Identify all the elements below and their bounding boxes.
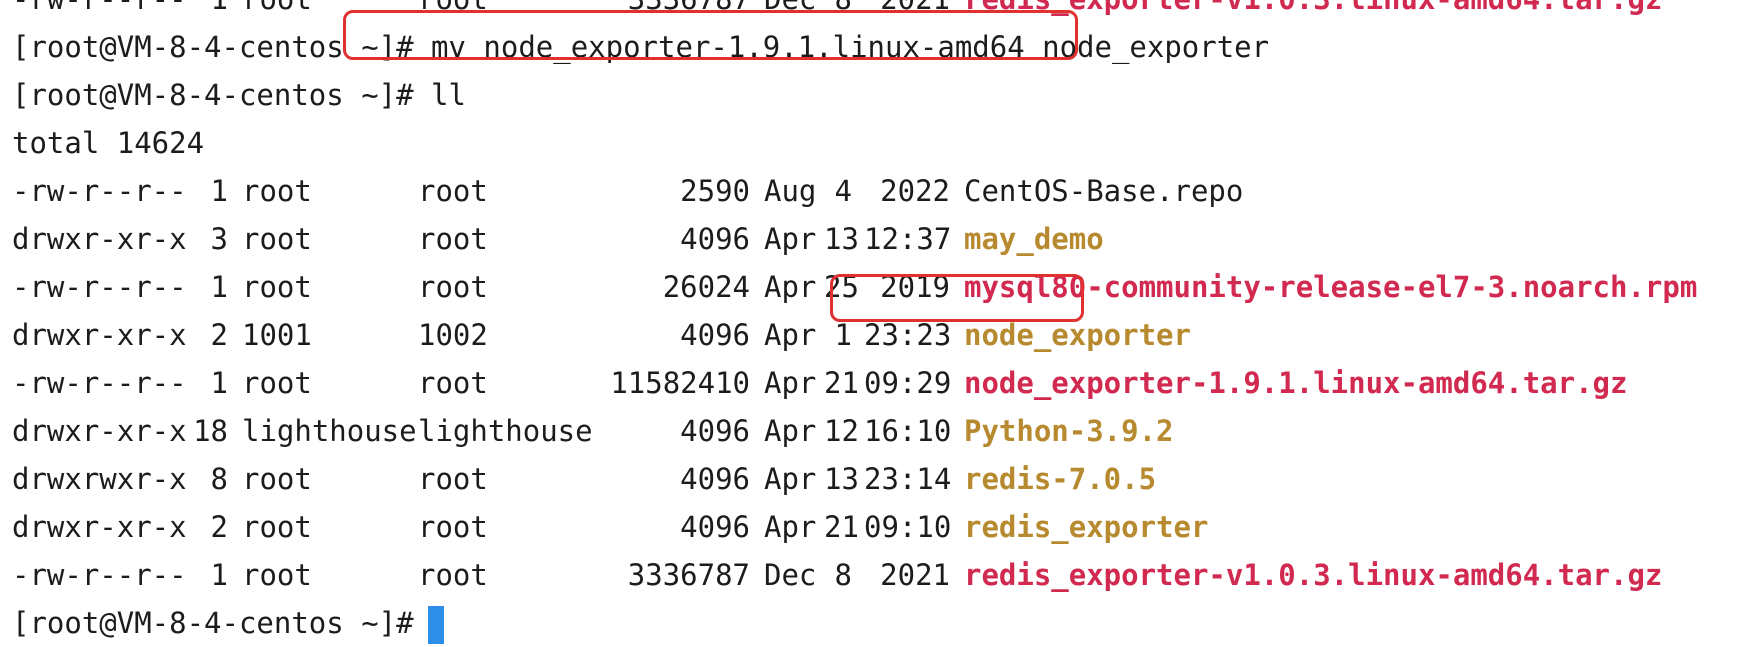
owner: root (242, 174, 312, 208)
text-cursor[interactable] (427, 606, 444, 644)
file-size: 4096 (680, 414, 750, 448)
month: Apr (764, 318, 817, 352)
file-name: may_demo (964, 222, 1104, 256)
directory-listing: -rw-r--r-- 1 root root 2590 Aug 4 2022 CentOS-Ba… (12, 167, 1742, 599)
file-size: 4096 (680, 462, 750, 496)
group: root (418, 366, 488, 400)
listing-row: -rw-r--r-- 1 root root 11582410 Apr 21 09:29 nod… (12, 359, 1742, 407)
owner: root (242, 558, 312, 592)
permissions: drwxr-xr-x (12, 318, 187, 352)
link-count: 1 (210, 366, 228, 400)
listing-row: drwxr-xr-x 3 root root 4096 Apr 13 12:37 may_dem… (12, 215, 1742, 263)
file-size: 4096 (680, 222, 750, 256)
month: Apr (764, 510, 817, 544)
day: 21 (824, 510, 859, 544)
owner: lighthouse (242, 414, 417, 448)
time-or-year: 09:10 (864, 510, 952, 544)
listing-row: drwxrwxr-x 8 root root 4096 Apr 13 23:14 redis-7… (12, 455, 1742, 503)
file-name: CentOS-Base.repo (964, 174, 1244, 208)
terminal-window[interactable]: -rw-r--r--1rootroot3336787Dec82021redis_… (12, 0, 1742, 647)
link-count: 1 (210, 270, 228, 304)
group: root (418, 222, 488, 256)
month: Apr (764, 414, 817, 448)
file-size: 11582410 (610, 366, 750, 400)
link-count: 18 (193, 414, 228, 448)
time-or-year: 2022 (880, 174, 950, 208)
link-count: 1 (210, 174, 228, 208)
permissions: -rw-r--r-- (12, 366, 187, 400)
month: Apr (764, 270, 817, 304)
permissions: -rw-r--r-- (12, 174, 187, 208)
highlight-box-command (343, 10, 1078, 60)
file-size: 26024 (662, 270, 750, 304)
file-name: Python-3.9.2 (964, 414, 1174, 448)
link-count: 2 (210, 318, 228, 352)
permissions: drwxrwxr-x (12, 462, 187, 496)
listing-row: -rw-r--r-- 1 root root 3336787 Dec 8 2021 redis_… (12, 551, 1742, 599)
day: 4 (834, 174, 852, 208)
owner: root (242, 366, 312, 400)
file-name: redis_exporter-v1.0.3.linux-amd64.tar.gz (964, 558, 1663, 592)
month: Apr (764, 462, 817, 496)
day: 12 (824, 414, 859, 448)
link-count: 2 (210, 510, 228, 544)
month: Aug (764, 174, 817, 208)
permissions: drwxr-xr-x (12, 414, 187, 448)
day: 13 (824, 462, 859, 496)
owner: 1001 (242, 318, 312, 352)
permissions: -rw-r--r-- (12, 558, 187, 592)
file-name: node_exporter-1.9.1.linux-amd64.tar.gz (964, 366, 1628, 400)
time-or-year: 2021 (880, 558, 950, 592)
file-size: 2590 (680, 174, 750, 208)
owner: root (242, 270, 312, 304)
time-or-year: 16:10 (864, 414, 952, 448)
permissions: -rw-r--r-- (12, 270, 187, 304)
listing-row: -rw-r--r-- 1 root root 2590 Aug 4 2022 CentOS-Ba… (12, 167, 1742, 215)
group: 1002 (418, 318, 488, 352)
current-prompt-line[interactable]: [root@VM-8-4-centos ~]# (12, 599, 1742, 647)
listing-row: drwxr-xr-x 2 root root 4096 Apr 21 09:10 redis_e… (12, 503, 1742, 551)
command-line-ll: [root@VM-8-4-centos ~]# ll (12, 71, 1742, 119)
command-text: ll (431, 78, 466, 112)
owner: root (242, 222, 312, 256)
file-name: node_exporter (964, 318, 1191, 352)
link-count: 8 (210, 462, 228, 496)
time-or-year: 23:14 (864, 462, 952, 496)
group: lighthouse (418, 414, 593, 448)
highlight-box-node-exporter (830, 274, 1084, 322)
group: root (418, 270, 488, 304)
group: root (418, 462, 488, 496)
shell-prompt: [root@VM-8-4-centos ~]# (12, 78, 414, 112)
day: 13 (824, 222, 859, 256)
file-size: 4096 (680, 510, 750, 544)
owner: root (242, 462, 312, 496)
group: root (418, 558, 488, 592)
owner: root (242, 510, 312, 544)
link-count: 1 (210, 558, 228, 592)
month: Apr (764, 222, 817, 256)
link-count: 3 (210, 222, 228, 256)
shell-prompt: [root@VM-8-4-centos ~]# (12, 606, 414, 640)
time-or-year: 09:29 (864, 366, 952, 400)
file-size: 4096 (680, 318, 750, 352)
month: Apr (764, 366, 817, 400)
listing-row: drwxr-xr-x 18 lighthouselighthouse 4096 Apr 1… (12, 407, 1742, 455)
file-name: redis_exporter (964, 510, 1209, 544)
group: root (418, 174, 488, 208)
link-count: 1 (188, 0, 228, 23)
time-or-year: 12:37 (864, 222, 952, 256)
day: 8 (834, 558, 852, 592)
file-size: 3336787 (627, 558, 750, 592)
permissions: drwxr-xr-x (12, 510, 187, 544)
permissions: -rw-r--r-- (12, 0, 188, 23)
month: Dec (764, 558, 817, 592)
group: root (418, 510, 488, 544)
file-name: redis-7.0.5 (964, 462, 1157, 496)
total-line: total 14624 (12, 126, 205, 160)
day: 21 (824, 366, 859, 400)
permissions: drwxr-xr-x (12, 222, 187, 256)
